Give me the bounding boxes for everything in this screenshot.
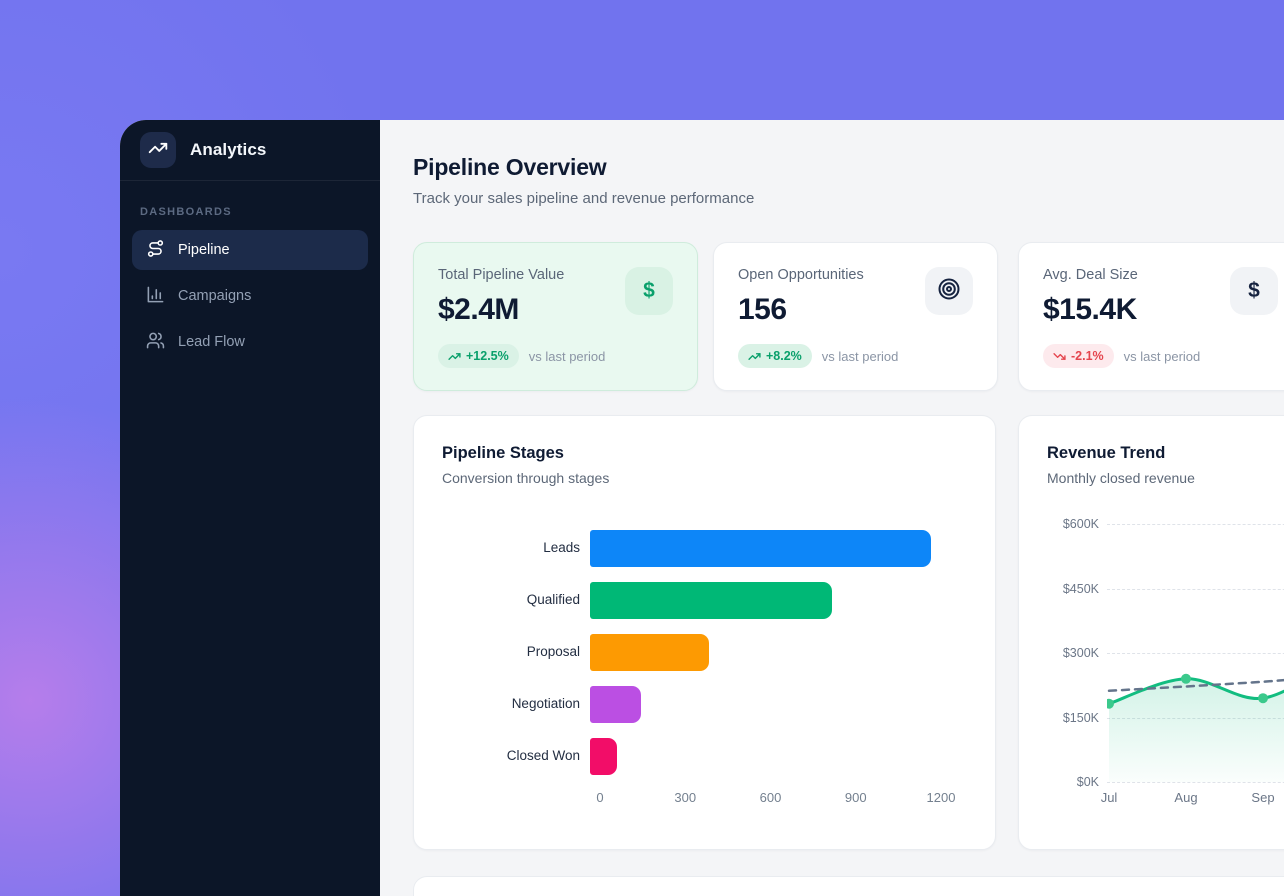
y-axis-tick: $300K	[1047, 646, 1099, 660]
revenue-plot: $0K$150K$300K$450K$600KJulAugSep	[1047, 502, 1284, 812]
funnel-category-label: Qualified	[442, 592, 590, 609]
kpi-comparison-label: vs last period	[822, 349, 899, 364]
sidebar-item-label: Lead Flow	[178, 334, 245, 350]
kpi-icon-box: $	[1230, 267, 1278, 315]
sidebar-item-label: Campaigns	[178, 288, 251, 304]
kpi-footer: -2.1% vs last period	[1043, 344, 1200, 368]
kpi-delta-value: +12.5%	[466, 349, 509, 363]
pipeline-stages-card: Pipeline Stages Conversion through stage…	[413, 415, 996, 850]
sidebar-item-lead-flow[interactable]: Lead Flow	[132, 322, 368, 362]
sidebar-header: Analytics	[120, 120, 380, 181]
chart-subtitle: Monthly closed revenue	[1047, 470, 1284, 486]
trending-up-icon	[448, 350, 461, 363]
funnel-category-label: Closed Won	[442, 748, 590, 765]
charts-row: Pipeline Stages Conversion through stage…	[413, 415, 1284, 850]
kpi-footer: +12.5% vs last period	[438, 344, 605, 368]
chart-subtitle: Conversion through stages	[442, 470, 967, 486]
funnel-row: Qualified	[442, 582, 967, 619]
sidebar-section-label: DASHBOARDS	[140, 206, 360, 218]
dollar-icon: $	[643, 279, 655, 303]
kpi-delta-badge: +12.5%	[438, 344, 519, 368]
chart-title: Revenue Trend	[1047, 444, 1284, 463]
funnel-bar[interactable]	[590, 738, 617, 775]
kpi-card-open-opportunities: Open Opportunities 156 +8.2% vs last per…	[713, 242, 998, 391]
y-axis-tick: $600K	[1047, 517, 1099, 531]
app-logo	[140, 132, 176, 168]
funnel-row: Proposal	[442, 634, 967, 671]
funnel-axis-tick: 1200	[927, 790, 956, 805]
revenue-plot-svg	[1107, 502, 1284, 812]
data-point[interactable]	[1258, 693, 1268, 703]
sidebar: Analytics DASHBOARDS Pipeline Campaigns	[120, 120, 380, 896]
trending-up-icon	[148, 138, 168, 163]
dollar-icon: $	[1248, 279, 1260, 303]
funnel-axis-tick: 0	[596, 790, 603, 805]
main-content: Pipeline Overview Track your sales pipel…	[380, 120, 1284, 896]
kpi-delta-value: +8.2%	[766, 349, 802, 363]
kpi-icon-box	[925, 267, 973, 315]
funnel-bar-track	[590, 582, 931, 619]
funnel-category-label: Proposal	[442, 644, 590, 661]
page-subtitle: Track your sales pipeline and revenue pe…	[413, 190, 1284, 207]
sidebar-item-pipeline[interactable]: Pipeline	[132, 230, 368, 270]
funnel-rows: Leads Qualified Proposal Negotiation Closed …	[442, 530, 967, 775]
funnel-bar[interactable]	[590, 582, 832, 619]
funnel-bar-track	[590, 530, 931, 567]
funnel-bar[interactable]	[590, 530, 931, 567]
funnel-row: Leads	[442, 530, 967, 567]
kpi-delta-badge: -2.1%	[1043, 344, 1114, 368]
funnel-bar[interactable]	[590, 634, 709, 671]
funnel-bar-track	[590, 738, 931, 775]
bar-chart-icon	[146, 285, 165, 308]
chart-title: Pipeline Stages	[442, 444, 967, 463]
funnel-bar-track	[590, 686, 931, 723]
revenue-area-fill	[1109, 657, 1284, 782]
page-title: Pipeline Overview	[413, 154, 1284, 181]
bottom-partial-card	[413, 876, 1284, 896]
funnel-category-label: Negotiation	[442, 696, 590, 713]
funnel-row: Closed Won	[442, 738, 967, 775]
target-icon	[937, 277, 961, 306]
funnel-row: Negotiation	[442, 686, 967, 723]
kpi-card-total-pipeline-value: Total Pipeline Value $2.4M +12.5% vs las…	[413, 242, 698, 391]
funnel-axis-tick: 600	[760, 790, 782, 805]
route-icon	[146, 239, 165, 262]
y-axis-tick: $450K	[1047, 582, 1099, 596]
funnel-axis-tick: 300	[674, 790, 696, 805]
kpi-delta-value: -2.1%	[1071, 349, 1104, 363]
sidebar-item-campaigns[interactable]: Campaigns	[132, 276, 368, 316]
sidebar-nav: Pipeline Campaigns Lead Flow	[120, 230, 380, 362]
funnel-category-label: Leads	[442, 540, 590, 557]
kpi-delta-badge: +8.2%	[738, 344, 812, 368]
y-axis-tick: $150K	[1047, 711, 1099, 725]
kpi-card-avg-deal-size: Avg. Deal Size $15.4K -2.1% vs last peri…	[1018, 242, 1284, 391]
data-point[interactable]	[1181, 674, 1191, 684]
sidebar-item-label: Pipeline	[178, 242, 230, 258]
trending-down-icon	[1053, 350, 1066, 363]
kpi-row: Total Pipeline Value $2.4M +12.5% vs las…	[413, 242, 1284, 391]
kpi-comparison-label: vs last period	[529, 349, 606, 364]
kpi-comparison-label: vs last period	[1124, 349, 1201, 364]
app-title: Analytics	[190, 140, 267, 160]
funnel-bar[interactable]	[590, 686, 641, 723]
kpi-icon-box: $	[625, 267, 673, 315]
funnel-axis: 03006009001200	[600, 790, 967, 808]
funnel-axis-tick: 900	[845, 790, 867, 805]
trending-up-icon	[748, 350, 761, 363]
app-window: Analytics DASHBOARDS Pipeline Campaigns	[120, 120, 1284, 896]
revenue-trend-card: Revenue Trend Monthly closed revenue $0K…	[1018, 415, 1284, 850]
y-axis-tick: $0K	[1047, 775, 1099, 789]
users-icon	[146, 331, 165, 354]
funnel-bar-track	[590, 634, 931, 671]
kpi-footer: +8.2% vs last period	[738, 344, 898, 368]
